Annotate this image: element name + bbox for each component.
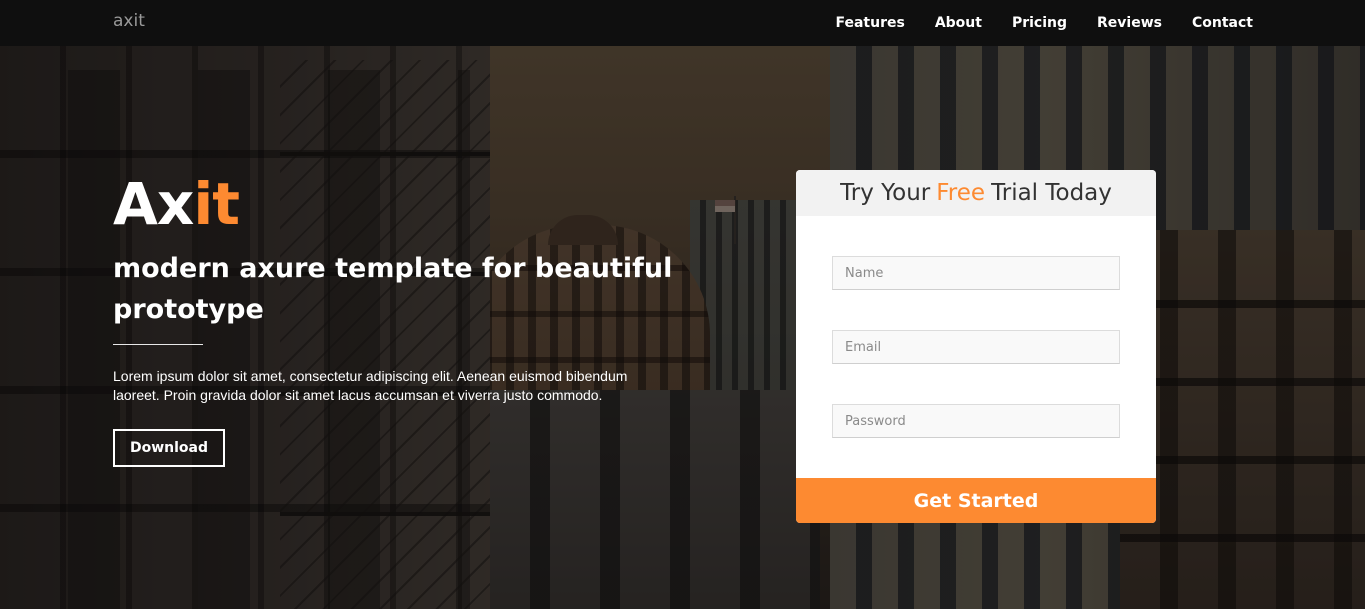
hero-description: Lorem ipsum dolor sit amet, consectetur … — [113, 368, 628, 403]
brand-logo[interactable]: axit — [113, 11, 145, 31]
nav-link-contact[interactable]: Contact — [1192, 15, 1253, 31]
hero-content: Axit modern axure template for beautiful… — [113, 170, 673, 467]
hero-divider — [113, 344, 203, 345]
trial-heading-accent: Free — [936, 180, 986, 206]
hero-title-main: Ax — [113, 170, 194, 238]
trial-card-heading: Try Your Free Trial Today — [796, 170, 1156, 216]
download-button[interactable]: Download — [113, 429, 225, 467]
nav-link-about[interactable]: About — [935, 15, 982, 31]
nav-links: Features About Pricing Reviews Contact — [835, 0, 1253, 46]
hero-title-accent: it — [193, 170, 240, 238]
nav-link-pricing[interactable]: Pricing — [1012, 15, 1067, 31]
navbar: axit Features About Pricing Reviews Cont… — [0, 0, 1365, 46]
password-field[interactable] — [832, 404, 1120, 438]
trial-signup-card: Try Your Free Trial Today Get Started — [796, 170, 1156, 523]
nav-link-reviews[interactable]: Reviews — [1097, 15, 1162, 31]
trial-heading-before: Try Your — [840, 180, 931, 206]
name-field[interactable] — [832, 256, 1120, 290]
email-field[interactable] — [832, 330, 1120, 364]
hero-subtitle: modern axure template for beautiful prot… — [113, 253, 673, 325]
trial-form — [796, 216, 1156, 438]
get-started-button[interactable]: Get Started — [796, 478, 1156, 523]
hero-title: Axit — [113, 170, 673, 238]
trial-heading-after: Trial Today — [991, 180, 1112, 206]
nav-link-features[interactable]: Features — [835, 15, 904, 31]
